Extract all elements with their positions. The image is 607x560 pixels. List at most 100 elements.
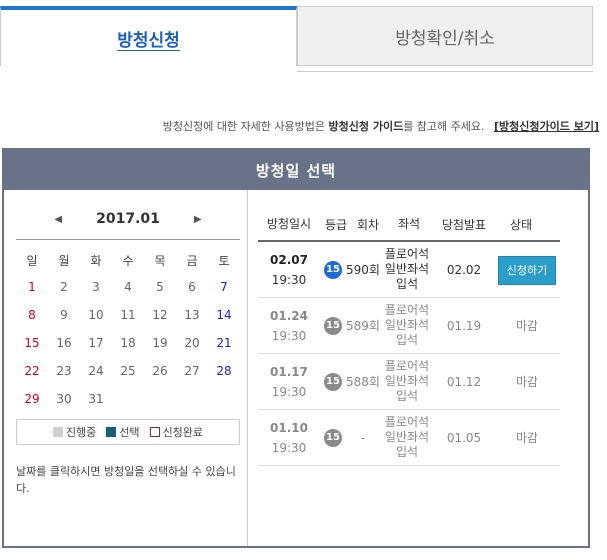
cell-datetime: 02.07 19:30: [258, 250, 320, 290]
panel-title: 방청일 선택: [4, 150, 588, 190]
guide-bold: 방청신청 가이드: [328, 120, 404, 133]
calendar-day[interactable]: 24: [80, 357, 112, 385]
schedule-table: 방청일시 등급 회차 좌석 당첨발표 상태 02.07 19:30 15 590회 플로…: [258, 208, 560, 466]
weekday-label: 토: [218, 253, 230, 268]
calendar-day[interactable]: 12: [144, 301, 176, 329]
calendar-day[interactable]: 15: [16, 329, 48, 357]
calendar-day[interactable]: 21: [208, 329, 240, 357]
tab-apply[interactable]: 방청신청: [0, 6, 297, 66]
calendar-day[interactable]: 10: [80, 301, 112, 329]
tab-confirm-cancel[interactable]: 방청확인/취소: [297, 6, 593, 66]
cell-datetime: 01.24 19:30: [258, 306, 320, 346]
calendar-day[interactable]: 31: [80, 385, 112, 413]
seat-type: 입석: [395, 333, 419, 347]
row-time: 19:30: [271, 272, 307, 287]
cell-seat: 플로어석 일반좌석 입석: [380, 247, 434, 292]
tab-apply-label[interactable]: 방청신청: [117, 26, 180, 51]
calendar-day[interactable]: 28: [208, 357, 240, 385]
calendar-day[interactable]: 1: [16, 273, 48, 301]
seat-type: 플로어석: [384, 303, 430, 317]
seat-type: 플로어석: [384, 359, 430, 373]
calendar-day[interactable]: 30: [48, 385, 80, 413]
calendar-day[interactable]: 26: [144, 357, 176, 385]
age-rating-icon: 15: [324, 428, 342, 447]
calendar-legend: 진행중 선택 신청완료: [16, 419, 240, 445]
legend-applied-label: 신청완료: [162, 426, 204, 439]
legend-applied: 신청완료: [149, 424, 204, 440]
row-episode: 589회: [346, 319, 380, 333]
row-time: 19:30: [271, 384, 307, 399]
calendar-day[interactable]: 18: [112, 329, 144, 357]
gray-square-icon: [52, 427, 63, 437]
table-row: 01.24 19:30 15 589회 플로어석 일반좌석 입석 01.19 마감: [258, 298, 560, 354]
guide-link[interactable]: [방청신청가이드 보기]: [494, 120, 599, 133]
calendar-day[interactable]: 23: [48, 357, 80, 385]
calendar-day[interactable]: 22: [16, 357, 48, 385]
apply-button[interactable]: 신청하기: [497, 255, 557, 285]
seat-type: 플로어석: [384, 247, 430, 261]
calendar-day[interactable]: 27: [176, 357, 208, 385]
calendar-day[interactable]: 4: [112, 273, 144, 301]
age-rating-icon: 15: [324, 316, 342, 335]
row-announce: 01.12: [446, 374, 482, 389]
prev-month-icon[interactable]: ◀: [54, 214, 62, 225]
calendar-day[interactable]: 11: [112, 301, 144, 329]
weekday-label: 일: [26, 253, 38, 268]
row-time: 19:30: [271, 440, 307, 455]
calendar-day[interactable]: 8: [16, 301, 48, 329]
calendar-day[interactable]: 7: [208, 273, 240, 301]
row-announce: 01.19: [446, 318, 482, 333]
weekday-label: 월: [58, 253, 70, 268]
tab-confirm-cancel-label[interactable]: 방청확인/취소: [395, 24, 495, 49]
panel-divider: [247, 190, 248, 546]
table-body: 02.07 19:30 15 590회 플로어석 일반좌석 입석 02.02 신청하기 01.24…: [258, 242, 560, 466]
cell-grade: 15: [320, 428, 346, 447]
calendar-day[interactable]: 25: [112, 357, 144, 385]
table-row: 01.17 19:30 15 588회 플로어석 일반좌석 입석 01.12 마감: [258, 354, 560, 410]
status-closed: 마감: [515, 431, 539, 445]
calendar-day[interactable]: 2: [48, 273, 80, 301]
row-time: 19:30: [271, 328, 307, 343]
legend-in-progress-label: 진행중: [65, 426, 97, 439]
calendar-empty-cell: [176, 385, 208, 413]
row-episode: 588회: [346, 375, 380, 389]
next-month-icon[interactable]: ▶: [194, 214, 202, 225]
calendar-day[interactable]: 20: [176, 329, 208, 357]
outlined-square-icon: [149, 427, 160, 437]
status-closed: 마감: [515, 375, 539, 389]
legend-selected-label: 선택: [119, 426, 140, 439]
calendar-empty-cell: [144, 385, 176, 413]
row-date: 01.17: [270, 364, 308, 379]
calendar-day[interactable]: 6: [176, 273, 208, 301]
guide-suffix: 를 참고해 주세요.: [403, 120, 485, 133]
row-date: 02.07: [270, 252, 308, 267]
calendar-day[interactable]: 13: [176, 301, 208, 329]
header-datetime: 방청일시: [266, 217, 312, 231]
seat-type: 입석: [395, 389, 419, 403]
calendar-day[interactable]: 19: [144, 329, 176, 357]
cell-seat: 플로어석 일반좌석 입석: [380, 303, 434, 348]
header-episode: 회차: [356, 217, 380, 232]
seat-type: 일반좌석: [384, 430, 430, 444]
tab-bar: 방청신청 방청확인/취소: [0, 6, 593, 72]
cell-seat: 플로어석 일반좌석 입석: [380, 415, 434, 460]
calendar-day[interactable]: 16: [48, 329, 80, 357]
calendar-day[interactable]: 9: [48, 301, 80, 329]
header-status: 상태: [509, 217, 533, 232]
row-episode: -: [360, 430, 366, 445]
calendar-empty-cell: [112, 385, 144, 413]
calendar-day[interactable]: 17: [80, 329, 112, 357]
weekday-label: 목: [154, 253, 166, 268]
cell-grade: 15: [320, 260, 346, 279]
cell-status: 마감: [494, 373, 560, 390]
row-announce: 01.05: [446, 430, 482, 445]
seat-type: 입석: [395, 445, 419, 459]
calendar-day[interactable]: 5: [144, 273, 176, 301]
calendar-nav: ◀ 2017.01 ▶: [16, 208, 240, 230]
row-announce: 02.02: [446, 262, 482, 277]
weekday-label: 화: [90, 253, 102, 268]
seat-type: 일반좌석: [384, 262, 430, 276]
calendar-day[interactable]: 3: [80, 273, 112, 301]
calendar-day[interactable]: 14: [208, 301, 240, 329]
calendar-day[interactable]: 29: [16, 385, 48, 413]
